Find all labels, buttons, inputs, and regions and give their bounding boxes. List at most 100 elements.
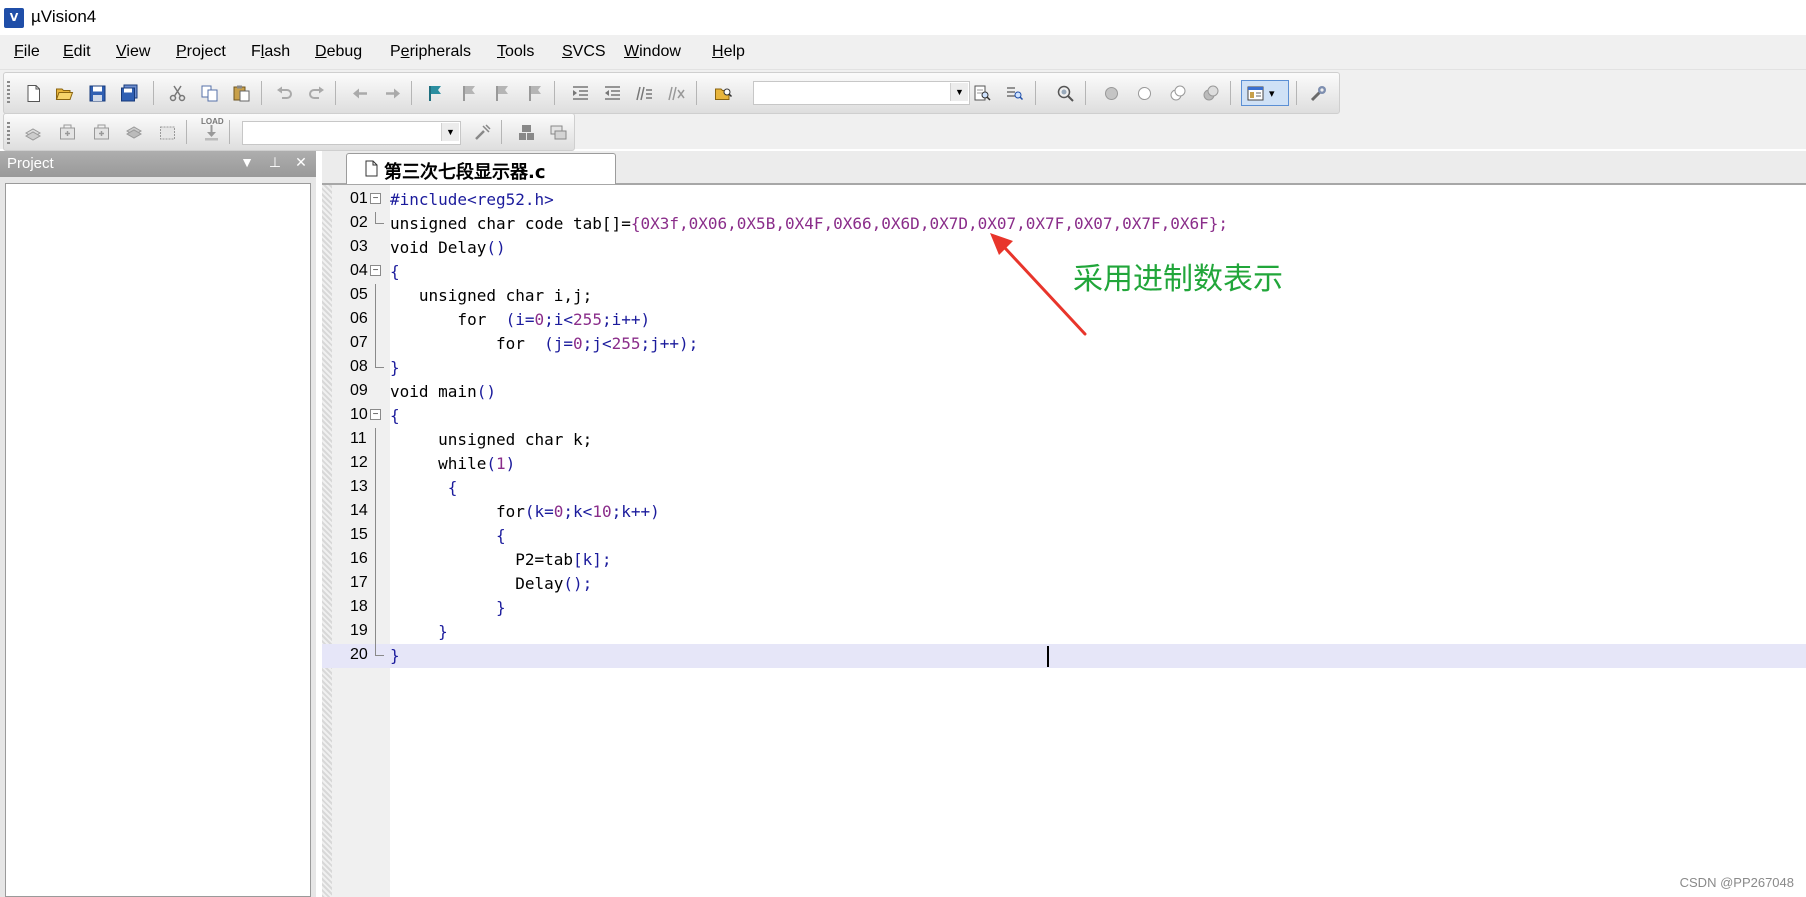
target-combo-dropdown-icon[interactable]: ▼	[441, 123, 459, 141]
code-line[interactable]: 05 unsigned char i,j;	[322, 284, 1806, 308]
find-in-files-button[interactable]	[710, 80, 736, 106]
clear-bookmarks-button[interactable]	[522, 80, 548, 106]
save-all-button[interactable]	[116, 80, 142, 106]
code-line[interactable]: 09 void main()	[322, 380, 1806, 404]
fold-toggle-icon[interactable]: −	[370, 193, 381, 204]
breakpoint-disable-button[interactable]	[1197, 80, 1223, 106]
translate-button[interactable]	[20, 119, 46, 145]
find-combo-dropdown-icon[interactable]: ▼	[950, 83, 968, 101]
panel-dropdown-icon[interactable]: ▼	[238, 154, 256, 170]
download-button[interactable]	[198, 119, 224, 145]
code-text: }	[390, 598, 506, 617]
code-line[interactable]: 13 {	[322, 476, 1806, 500]
code-line[interactable]: 02 unsigned char code tab[]={0X3f,0X06,0X…	[322, 212, 1806, 236]
menu-flash[interactable]: Flash	[251, 43, 290, 61]
manage-components-button[interactable]	[513, 119, 539, 145]
code-line[interactable]: 11 unsigned char k;	[322, 428, 1806, 452]
batch-build-button[interactable]	[121, 119, 147, 145]
code-line[interactable]: 10−{	[322, 404, 1806, 428]
code-token: {	[390, 526, 506, 545]
new-file-button[interactable]	[20, 80, 46, 106]
code-line[interactable]: 15 {	[322, 524, 1806, 548]
insert-bookmark-button[interactable]	[422, 80, 448, 106]
find-button[interactable]	[969, 80, 995, 106]
code-line[interactable]: 01− #include<reg52.h>	[322, 188, 1806, 212]
code-line[interactable]: 16 P2=tab[k];	[322, 548, 1806, 572]
line-number: 03	[350, 238, 368, 255]
code-line[interactable]: 03 void Delay()	[322, 236, 1806, 260]
menu-window[interactable]: Window	[624, 43, 681, 61]
code-line[interactable]: 08}	[322, 356, 1806, 380]
code-line[interactable]: 18 }	[322, 596, 1806, 620]
open-file-button[interactable]	[51, 80, 77, 106]
toolbar-grip[interactable]	[7, 81, 10, 105]
paste-button[interactable]	[228, 80, 254, 106]
find-combo[interactable]: ▼	[753, 81, 970, 105]
menu-debug[interactable]: Debug	[315, 43, 362, 61]
uncomment-button[interactable]	[663, 80, 689, 106]
menu-tools[interactable]: Tools	[497, 43, 534, 61]
target-combo[interactable]: ▼	[242, 121, 461, 145]
code-token: 0	[553, 502, 564, 521]
editor-tab[interactable]: 第三次七段显示器.c	[346, 153, 616, 184]
rebuild-button[interactable]	[88, 119, 114, 145]
code-token: 255	[573, 310, 602, 329]
incremental-find-button[interactable]	[1001, 80, 1027, 106]
redo-button[interactable]	[303, 80, 329, 106]
debug-start-button[interactable]	[1098, 80, 1124, 106]
undo-button[interactable]	[271, 80, 297, 106]
code-line[interactable]: 19 }	[322, 620, 1806, 644]
build-button[interactable]	[54, 119, 80, 145]
breakpoint-enable-button[interactable]	[1164, 80, 1190, 106]
uvision-app-icon: V	[4, 8, 24, 28]
fold-toggle-icon[interactable]: −	[370, 265, 381, 276]
incremental-find-icon	[1006, 87, 1023, 100]
comment-button[interactable]	[631, 80, 657, 106]
target-options-button[interactable]	[469, 119, 495, 145]
code-line[interactable]: 20}	[322, 644, 1806, 668]
code-line[interactable]: 14 for(k=0;k<10;k++)	[322, 500, 1806, 524]
copy-button[interactable]	[196, 80, 222, 106]
code-line[interactable]: 17 Delay();	[322, 572, 1806, 596]
menu-help[interactable]: Help	[712, 43, 745, 61]
menu-peripherals[interactable]: Peripherals	[390, 43, 471, 61]
code-line[interactable]: 12 while(1)	[322, 452, 1806, 476]
menu-project[interactable]: Project	[176, 43, 226, 61]
fold-toggle-icon[interactable]: −	[370, 409, 381, 420]
navigate-forward-button[interactable]	[379, 80, 405, 106]
layout-dropdown-icon[interactable]: ▾	[1269, 87, 1275, 100]
panel-pin-icon[interactable]: ⊥	[266, 154, 284, 171]
code-token: ;j<	[582, 334, 612, 353]
cut-button[interactable]	[164, 80, 190, 106]
panel-close-icon[interactable]: ✕	[292, 154, 310, 171]
stop-build-button[interactable]	[154, 119, 180, 145]
menu-bar: File Edit View Project Flash Debug Peripherals…	[0, 35, 1806, 70]
window-layout-button[interactable]: ▾	[1241, 80, 1289, 106]
code-line[interactable]: 06 for (i=0;i<255;i++)	[322, 308, 1806, 332]
previous-bookmark-button[interactable]	[456, 80, 482, 106]
code-token: ;k<	[563, 502, 593, 521]
menu-edit[interactable]: Edit	[63, 43, 91, 61]
code-line[interactable]: 07 for (j=0;j<255;j++);	[322, 332, 1806, 356]
zoom-button[interactable]	[1052, 80, 1078, 106]
menu-file[interactable]: File	[14, 43, 40, 61]
save-button[interactable]	[84, 80, 110, 106]
menu-view[interactable]: View	[116, 43, 150, 61]
breakpoint-insert-button[interactable]	[1131, 80, 1157, 106]
toolbar-separator	[696, 81, 697, 105]
select-device-button[interactable]	[545, 119, 571, 145]
code-text: for (i=0;i<255;i++)	[390, 310, 650, 329]
navigate-back-button[interactable]	[347, 80, 373, 106]
navigate-forward-icon	[385, 88, 400, 98]
unindent-button[interactable]	[599, 80, 625, 106]
menu-peripherals-accelerator: e	[400, 43, 410, 60]
select-device-icon	[550, 125, 566, 139]
next-bookmark-button[interactable]	[489, 80, 515, 106]
code-text: void main()	[390, 382, 496, 401]
configure-button[interactable]	[1305, 80, 1331, 106]
code-line[interactable]: 04−{	[322, 260, 1806, 284]
menu-svcs[interactable]: SVCS	[562, 43, 606, 61]
indent-button[interactable]	[567, 80, 593, 106]
toolbar-grip[interactable]	[7, 122, 10, 146]
project-tree[interactable]	[5, 183, 311, 897]
